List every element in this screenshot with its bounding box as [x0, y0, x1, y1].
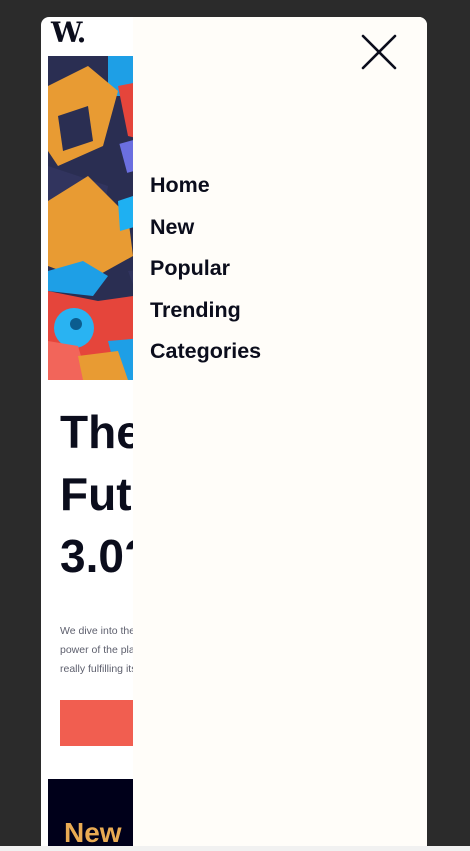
menu-item-new[interactable]: New [150, 211, 261, 253]
menu-list: Home New Popular Trending Categories [150, 169, 261, 377]
menu-item-categories[interactable]: Categories [150, 335, 261, 377]
menu-item-home[interactable]: Home [150, 169, 261, 211]
menu-item-trending[interactable]: Trending [150, 294, 261, 336]
menu-item-popular[interactable]: Popular [150, 252, 261, 294]
close-icon [361, 34, 397, 70]
close-menu-button[interactable] [361, 34, 397, 70]
bottom-edge [0, 846, 470, 851]
app-frame: W. The Bright Future of Web 3.0? [41, 17, 427, 851]
mobile-menu-panel: Home New Popular Trending Categories [133, 17, 427, 851]
site-logo[interactable]: W. [51, 19, 86, 47]
